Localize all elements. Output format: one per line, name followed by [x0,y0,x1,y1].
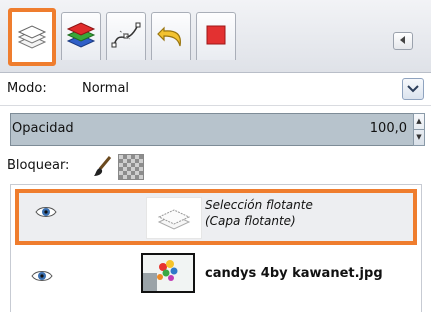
opacity-value[interactable]: 100,0 [370,121,407,136]
eye-visibility-icon[interactable] [35,205,57,223]
tab-layers[interactable] [8,8,56,66]
opacity-slider[interactable]: Opacidad 100,0 [10,113,414,146]
channels-icon [65,19,97,55]
eye-visibility-icon[interactable] [31,269,53,287]
stop-square-icon [201,20,231,54]
tab-channels[interactable] [61,12,101,60]
lock-label: Bloquear: [7,158,70,173]
image-layer-thumbnail [141,253,195,293]
opacity-label: Opacidad [12,121,74,136]
paintbrush-lock-icon[interactable] [92,155,114,183]
layer-name-line2: (Capa flotante) [205,214,296,228]
floating-layer-thumbnail [146,197,202,239]
undo-history-icon [154,18,188,56]
mode-dropdown-button[interactable] [402,78,424,100]
layers-dock-panel: Modo: Normal Opacidad 100,0 ▲ ▼ Bloquear… [0,0,431,312]
layer-row-image[interactable]: candys 4by kawanet.jpg [11,247,421,303]
layers-list: Selección flotante (Capa flotante) candy… [10,184,422,312]
spinner-up-icon[interactable]: ▲ [414,114,424,130]
layer-row-floating-selection[interactable]: Selección flotante (Capa flotante) [15,189,417,245]
spinner-down-icon[interactable]: ▼ [414,130,424,146]
layer-name-line1: Selección flotante [205,198,313,212]
lock-row: Bloquear: [0,150,431,184]
mode-select-value[interactable]: Normal [82,81,129,96]
tab-undo-history[interactable] [151,12,191,60]
chevron-down-icon [407,82,419,97]
opacity-spinner[interactable]: ▲ ▼ [413,113,425,146]
triangle-left-icon [398,34,408,49]
layer-name-floating: Selección flotante (Capa flotante) [205,197,313,229]
checkerboard-lock-alpha-icon[interactable] [118,154,144,180]
tab-paths[interactable] [106,12,146,60]
dock-tab-strip [0,0,431,73]
mode-row: Modo: Normal [0,73,431,106]
layer-name-image: candys 4by kawanet.jpg [205,266,383,281]
mode-label: Modo: [7,81,47,96]
layers-icon [15,18,49,56]
tab-stop[interactable] [196,12,236,60]
paths-icon [110,19,142,55]
dock-menu-button[interactable] [393,32,413,50]
